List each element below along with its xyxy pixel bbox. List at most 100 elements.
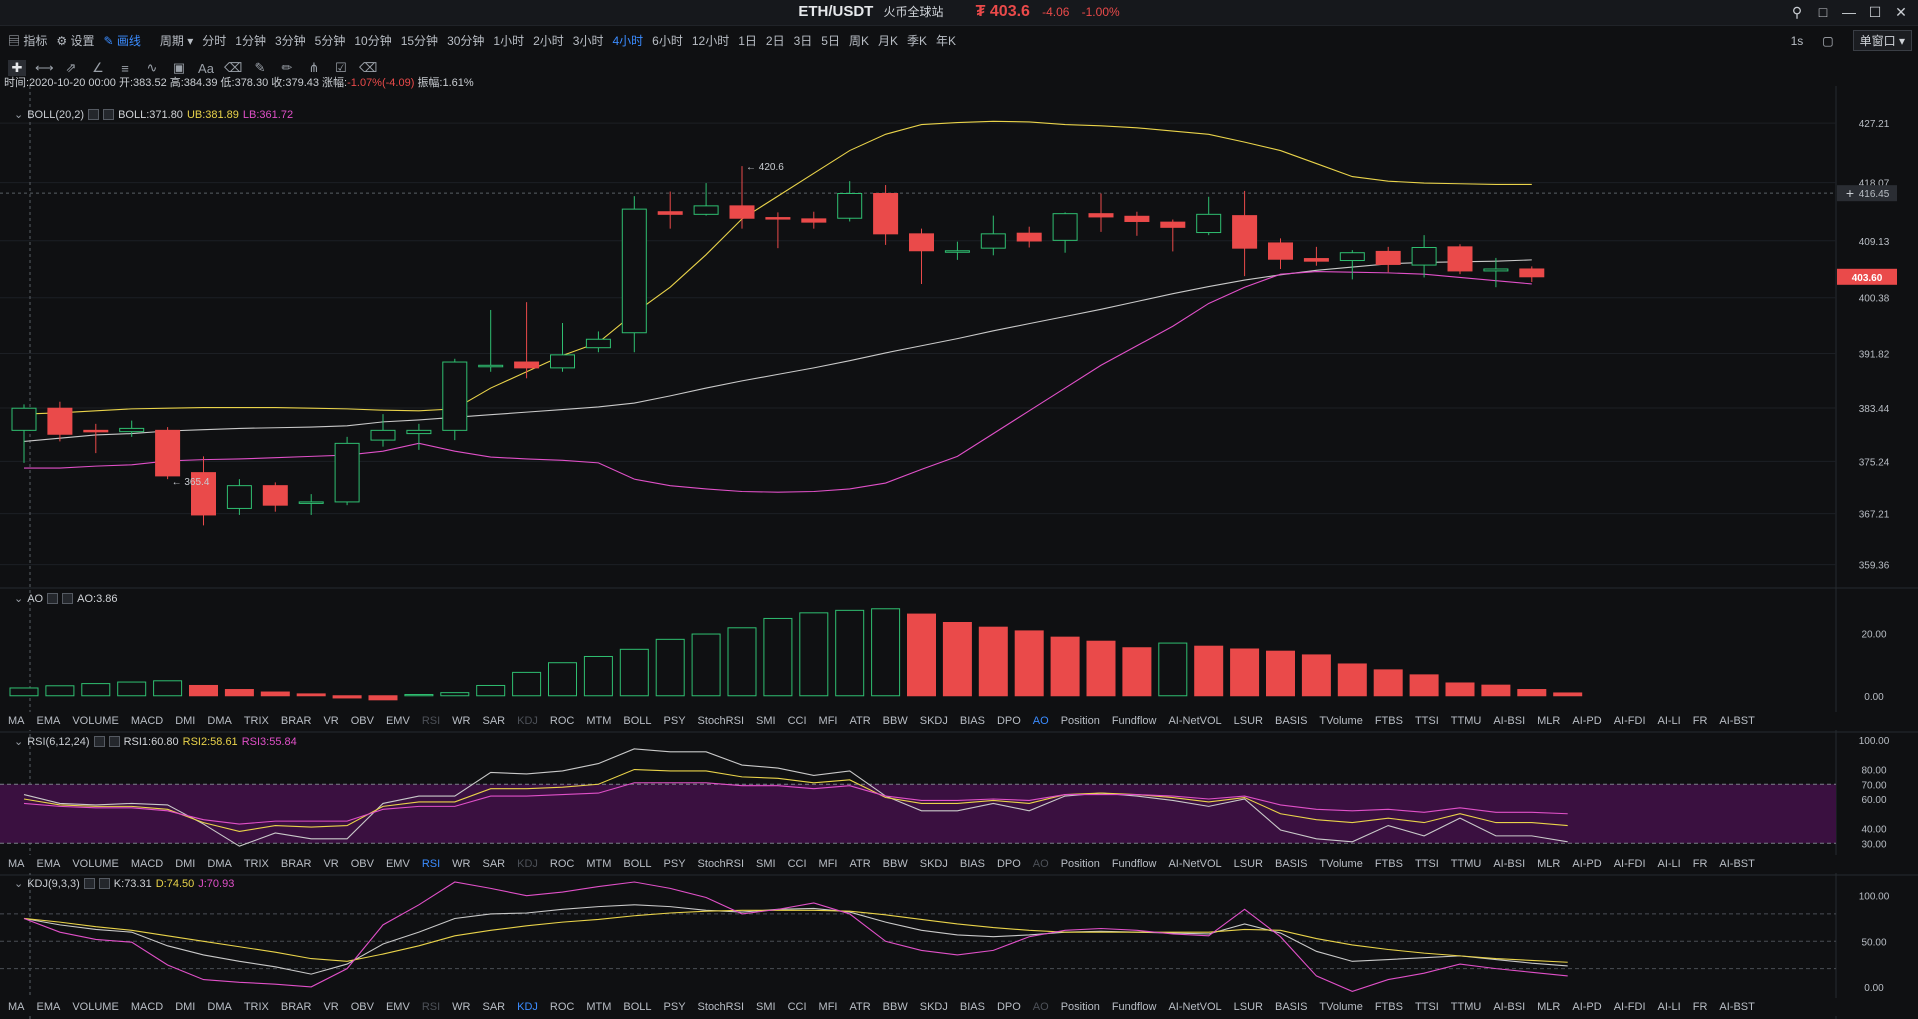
indicator-tab-psy[interactable]: PSY	[664, 715, 686, 727]
indicator-tab-ema[interactable]: EMA	[37, 858, 61, 870]
settings-box-icon[interactable]	[93, 736, 105, 747]
indicator-tab-wr[interactable]: WR	[452, 858, 470, 870]
indicator-tab-smi[interactable]: SMI	[756, 1001, 776, 1013]
indicator-tab-ttmu[interactable]: TTMU	[1451, 1001, 1482, 1013]
indicator-tab-macd[interactable]: MACD	[131, 715, 163, 727]
indicator-tab-ao[interactable]: AO	[1033, 715, 1049, 727]
indicator-tab-mtm[interactable]: MTM	[586, 715, 611, 727]
indicator-tab-ttmu[interactable]: TTMU	[1451, 715, 1482, 727]
indicator-tab-macd[interactable]: MACD	[131, 858, 163, 870]
close-box-icon[interactable]	[98, 878, 110, 889]
indicator-tab-fr[interactable]: FR	[1693, 858, 1708, 870]
indicator-tab-dma[interactable]: DMA	[207, 1001, 231, 1013]
indicator-tab-ai-bsi[interactable]: AI-BSI	[1493, 1001, 1525, 1013]
indicator-tab-ao[interactable]: AO	[1033, 858, 1049, 870]
indicator-tab-brar[interactable]: BRAR	[281, 1001, 312, 1013]
indicator-tab-skdj[interactable]: SKDJ	[920, 1001, 948, 1013]
indicator-tab-mtm[interactable]: MTM	[586, 1001, 611, 1013]
indicator-tab-ai-li[interactable]: AI-LI	[1658, 715, 1681, 727]
indicator-tab-atr[interactable]: ATR	[849, 1001, 870, 1013]
indicator-tab-ao[interactable]: AO	[1033, 1001, 1049, 1013]
indicator-tab-dma[interactable]: DMA	[207, 715, 231, 727]
indicator-tab-mtm[interactable]: MTM	[586, 858, 611, 870]
indicator-tab-psy[interactable]: PSY	[664, 858, 686, 870]
indicator-tab-basis[interactable]: BASIS	[1275, 1001, 1307, 1013]
close-box-icon[interactable]	[103, 109, 115, 120]
indicator-tab-rsi[interactable]: RSI	[422, 858, 440, 870]
indicator-tab-fundflow[interactable]: Fundflow	[1112, 858, 1157, 870]
indicator-tab-emv[interactable]: EMV	[386, 858, 410, 870]
indicator-tab-rsi[interactable]: RSI	[422, 1001, 440, 1013]
indicator-tab-sar[interactable]: SAR	[482, 715, 505, 727]
indicator-tab-ai-pd[interactable]: AI-PD	[1572, 858, 1601, 870]
indicator-tab-tvolume[interactable]: TVolume	[1319, 858, 1362, 870]
indicator-tab-dpo[interactable]: DPO	[997, 1001, 1021, 1013]
indicator-tab-psy[interactable]: PSY	[664, 1001, 686, 1013]
indicator-tab-ai-bsi[interactable]: AI-BSI	[1493, 715, 1525, 727]
indicator-tab-ttsi[interactable]: TTSI	[1415, 715, 1439, 727]
indicator-tab-ai-bst[interactable]: AI-BST	[1719, 715, 1754, 727]
indicator-tab-volume[interactable]: VOLUME	[72, 1001, 118, 1013]
indicator-tab-dmi[interactable]: DMI	[175, 858, 195, 870]
indicator-tab-bias[interactable]: BIAS	[960, 858, 985, 870]
indicator-tab-roc[interactable]: ROC	[550, 715, 574, 727]
indicator-tab-basis[interactable]: BASIS	[1275, 858, 1307, 870]
indicator-tab-tvolume[interactable]: TVolume	[1319, 1001, 1362, 1013]
indicator-tab-atr[interactable]: ATR	[849, 715, 870, 727]
indicator-tab-trix[interactable]: TRIX	[244, 1001, 269, 1013]
indicator-tab-lsur[interactable]: LSUR	[1234, 858, 1263, 870]
indicator-tab-mfi[interactable]: MFI	[819, 715, 838, 727]
indicator-tab-bbw[interactable]: BBW	[883, 715, 908, 727]
indicator-tab-fundflow[interactable]: Fundflow	[1112, 1001, 1157, 1013]
indicator-tab-tvolume[interactable]: TVolume	[1319, 715, 1362, 727]
indicator-tab-vr[interactable]: VR	[323, 1001, 338, 1013]
indicator-tab-ai-bsi[interactable]: AI-BSI	[1493, 858, 1525, 870]
indicator-tab-sar[interactable]: SAR	[482, 1001, 505, 1013]
indicator-tab-roc[interactable]: ROC	[550, 1001, 574, 1013]
indicator-tab-dpo[interactable]: DPO	[997, 858, 1021, 870]
indicator-tab-ftbs[interactable]: FTBS	[1375, 858, 1403, 870]
indicator-tab-rsi[interactable]: RSI	[422, 715, 440, 727]
indicator-tab-fundflow[interactable]: Fundflow	[1112, 715, 1157, 727]
indicator-tab-ai-pd[interactable]: AI-PD	[1572, 1001, 1601, 1013]
collapse-icon[interactable]: ⌄	[14, 877, 23, 890]
indicator-tab-position[interactable]: Position	[1061, 715, 1100, 727]
indicator-tab-skdj[interactable]: SKDJ	[920, 858, 948, 870]
settings-box-icon[interactable]	[47, 593, 59, 604]
indicator-tab-ai-li[interactable]: AI-LI	[1658, 858, 1681, 870]
indicator-tab-boll[interactable]: BOLL	[623, 715, 651, 727]
indicator-tab-lsur[interactable]: LSUR	[1234, 1001, 1263, 1013]
indicator-tab-ai-bst[interactable]: AI-BST	[1719, 1001, 1754, 1013]
indicator-tab-mlr[interactable]: MLR	[1537, 715, 1560, 727]
indicator-tab-emv[interactable]: EMV	[386, 1001, 410, 1013]
indicator-tab-emv[interactable]: EMV	[386, 715, 410, 727]
collapse-icon[interactable]: ⌄	[14, 735, 23, 748]
indicator-tab-ema[interactable]: EMA	[37, 1001, 61, 1013]
indicator-tab-ema[interactable]: EMA	[37, 715, 61, 727]
indicator-tab-boll[interactable]: BOLL	[623, 1001, 651, 1013]
indicator-tab-stochrsi[interactable]: StochRSI	[698, 715, 744, 727]
indicator-tab-ttsi[interactable]: TTSI	[1415, 858, 1439, 870]
indicator-tab-macd[interactable]: MACD	[131, 1001, 163, 1013]
indicator-tab-wr[interactable]: WR	[452, 1001, 470, 1013]
indicator-tab-basis[interactable]: BASIS	[1275, 715, 1307, 727]
indicator-tab-ai-pd[interactable]: AI-PD	[1572, 715, 1601, 727]
indicator-tab-ma[interactable]: MA	[8, 1001, 25, 1013]
indicator-tab-ai-bst[interactable]: AI-BST	[1719, 858, 1754, 870]
indicator-tab-smi[interactable]: SMI	[756, 715, 776, 727]
indicator-tab-vr[interactable]: VR	[323, 858, 338, 870]
indicator-tab-ftbs[interactable]: FTBS	[1375, 1001, 1403, 1013]
indicator-tab-ai-fdi[interactable]: AI-FDI	[1614, 715, 1646, 727]
indicator-tab-wr[interactable]: WR	[452, 715, 470, 727]
close-box-icon[interactable]	[108, 736, 120, 747]
indicator-tab-trix[interactable]: TRIX	[244, 858, 269, 870]
indicator-tab-roc[interactable]: ROC	[550, 858, 574, 870]
indicator-tab-smi[interactable]: SMI	[756, 858, 776, 870]
indicator-tab-position[interactable]: Position	[1061, 1001, 1100, 1013]
indicator-tab-stochrsi[interactable]: StochRSI	[698, 858, 744, 870]
indicator-tab-dmi[interactable]: DMI	[175, 1001, 195, 1013]
collapse-icon[interactable]: ⌄	[14, 108, 23, 121]
indicator-tab-kdj[interactable]: KDJ	[517, 1001, 538, 1013]
indicator-tab-obv[interactable]: OBV	[351, 1001, 374, 1013]
indicator-tab-obv[interactable]: OBV	[351, 858, 374, 870]
